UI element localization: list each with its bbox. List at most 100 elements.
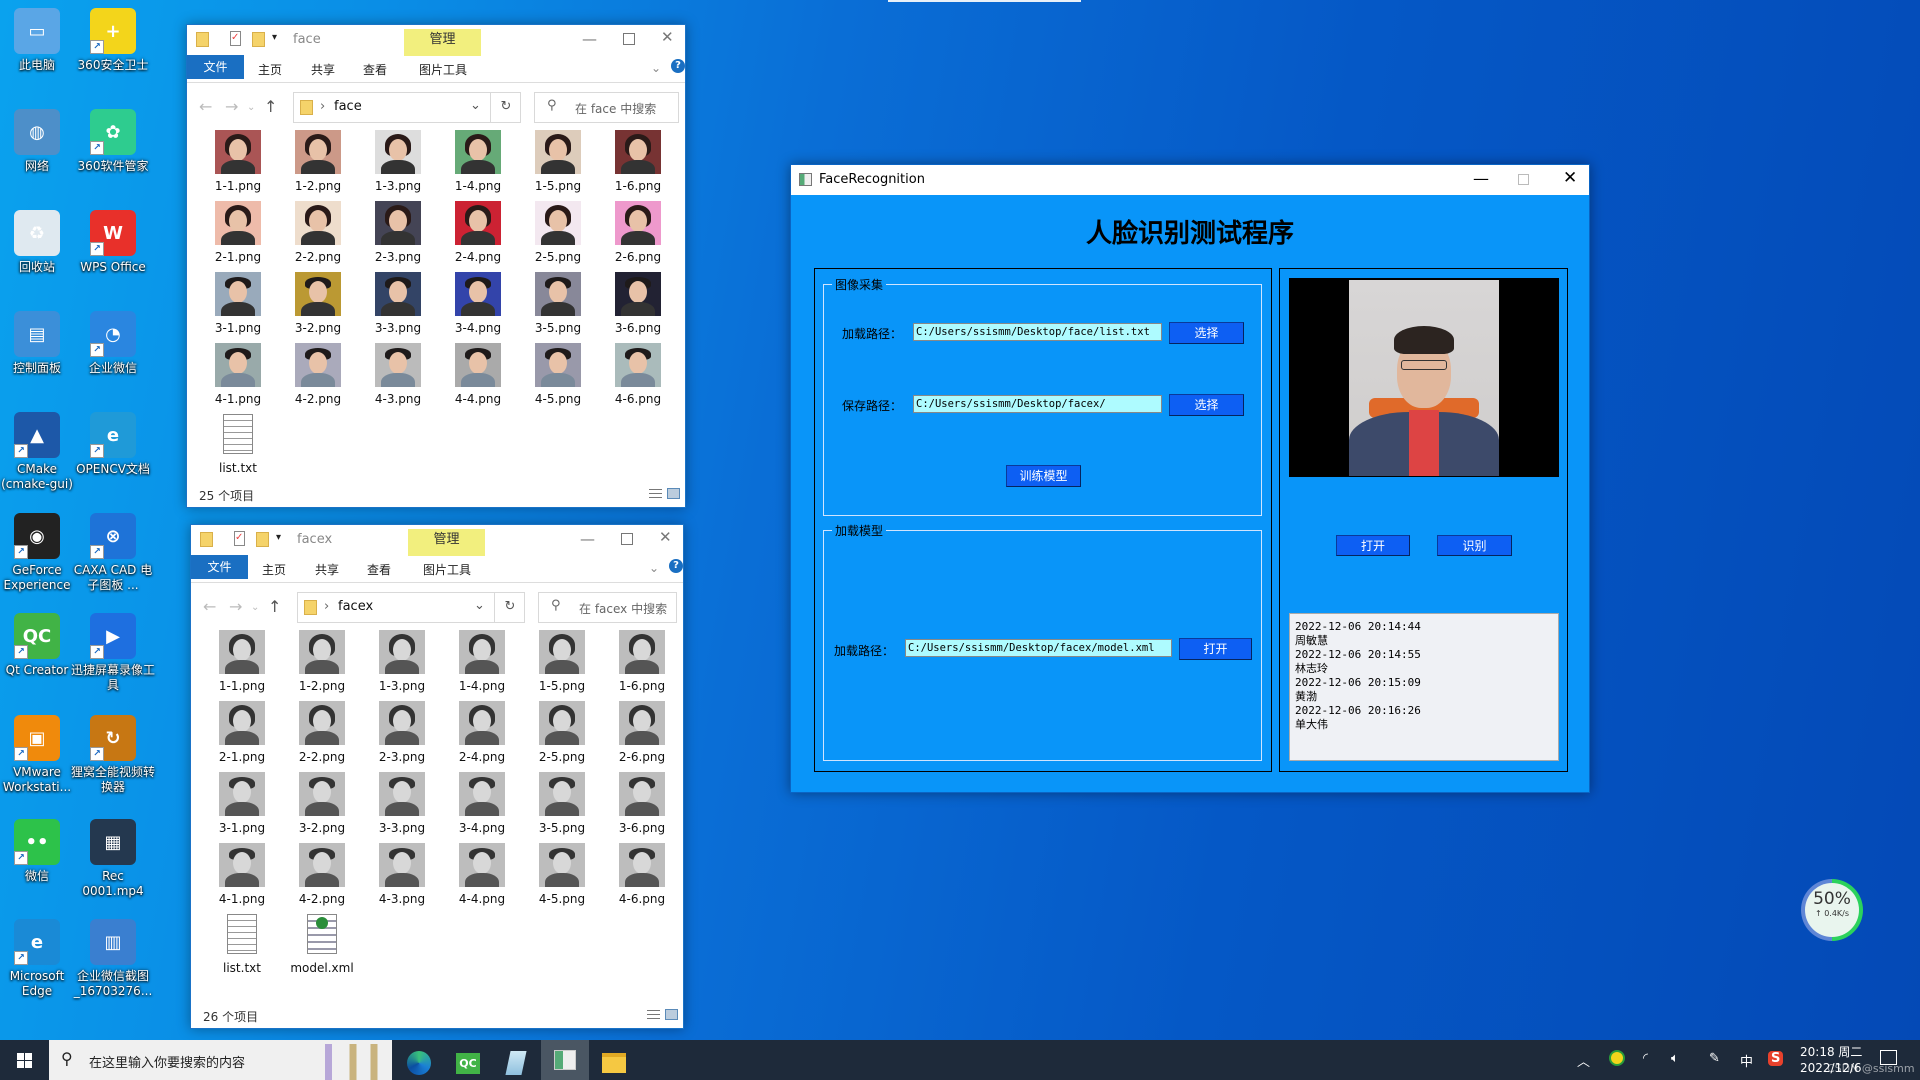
up-button[interactable]: ↑ bbox=[268, 597, 281, 616]
desktop-icon[interactable]: ▣ ↗ VMware Workstati... bbox=[0, 715, 79, 795]
file-item[interactable]: 1-6.png bbox=[604, 630, 680, 693]
tab-share[interactable]: 共享 bbox=[315, 561, 339, 578]
desktop-icon[interactable]: ◔ ↗ 企业微信 bbox=[71, 311, 155, 376]
desktop-icon[interactable]: ▤ 控制面板 bbox=[0, 311, 79, 376]
file-item[interactable]: 3-2.png bbox=[280, 272, 356, 335]
large-icons-view-button[interactable] bbox=[665, 1009, 678, 1020]
desktop-icon[interactable]: + ↗ 360安全卫士 bbox=[71, 8, 155, 73]
desktop-icon[interactable]: ⊗ ↗ CAXA CAD 电子图板 ... bbox=[71, 513, 155, 593]
back-button[interactable]: ← bbox=[199, 97, 212, 116]
start-button[interactable] bbox=[0, 1043, 48, 1077]
train-model-button[interactable]: 训练模型 bbox=[1006, 465, 1081, 487]
file-item[interactable]: 3-5.png bbox=[520, 272, 596, 335]
taskbar-notepad[interactable] bbox=[492, 1046, 540, 1080]
address-bar[interactable]: › face ⌄ ↻ bbox=[293, 92, 521, 123]
file-item[interactable]: list.txt bbox=[200, 414, 276, 475]
properties-icon[interactable]: ✓ bbox=[230, 31, 241, 46]
file-item[interactable]: 1-2.png bbox=[284, 630, 360, 693]
recent-dropdown[interactable]: ⌄ bbox=[247, 102, 255, 113]
file-item[interactable]: 2-4.png bbox=[444, 701, 520, 764]
desktop-icon[interactable]: ◉ ↗ GeForce Experience bbox=[0, 513, 79, 593]
file-item[interactable]: 4-5.png bbox=[524, 843, 600, 906]
recognize-button[interactable]: 识别 bbox=[1437, 535, 1512, 556]
file-item[interactable]: 1-1.png bbox=[204, 630, 280, 693]
tab-file[interactable]: 文件 bbox=[187, 55, 244, 79]
file-item[interactable]: 4-1.png bbox=[200, 343, 276, 406]
close-button[interactable]: ✕ bbox=[661, 28, 674, 46]
file-item[interactable]: 4-3.png bbox=[364, 843, 440, 906]
file-item[interactable]: 3-3.png bbox=[364, 772, 440, 835]
quick-access-dropdown[interactable]: ▾ bbox=[272, 32, 277, 43]
help-icon[interactable]: ? bbox=[669, 559, 683, 573]
desktop-icon[interactable]: •• ↗ 微信 bbox=[0, 819, 79, 884]
ime-indicator[interactable]: 中 bbox=[1740, 1051, 1753, 1070]
file-item[interactable]: 1-4.png bbox=[440, 130, 516, 193]
desktop-icon[interactable]: ▦ Rec 0001.mp4 bbox=[71, 819, 155, 899]
load-path-input[interactable]: C:/Users/ssismm/Desktop/face/list.txt bbox=[913, 323, 1162, 341]
address-dropdown[interactable]: ⌄ bbox=[470, 98, 481, 113]
desktop-icon[interactable]: W ↗ WPS Office bbox=[71, 210, 155, 275]
file-item[interactable]: list.txt bbox=[204, 914, 280, 975]
file-item[interactable]: 2-2.png bbox=[284, 701, 360, 764]
manage-tab[interactable]: 管理 bbox=[408, 529, 485, 556]
taskbar-face-recognition[interactable] bbox=[541, 1040, 589, 1080]
desktop-icon[interactable]: ▶ ↗ 迅捷屏幕录像工具 bbox=[71, 613, 155, 693]
file-item[interactable]: 2-5.png bbox=[524, 701, 600, 764]
file-item[interactable]: 3-4.png bbox=[440, 272, 516, 335]
desktop-icon[interactable]: ↻ ↗ 狸窝全能视频转换器 bbox=[71, 715, 155, 795]
tab-share[interactable]: 共享 bbox=[311, 61, 335, 78]
tab-view[interactable]: 查看 bbox=[363, 61, 387, 78]
file-item[interactable]: 2-1.png bbox=[200, 201, 276, 264]
desktop-icon[interactable]: ▲ ↗ CMake (cmake-gui) bbox=[0, 412, 79, 492]
recognition-log[interactable]: 2022-12-06 20:14:44 周敏慧 2022-12-06 20:14:5… bbox=[1289, 613, 1559, 761]
tab-view[interactable]: 查看 bbox=[367, 561, 391, 578]
desktop-icon[interactable]: ♻ 回收站 bbox=[0, 210, 79, 275]
network-speed-widget[interactable]: 50% ↑ 0.4K/s bbox=[1801, 879, 1863, 941]
file-item[interactable]: 4-2.png bbox=[280, 343, 356, 406]
desktop-icon[interactable]: ▥ 企业微信截图_16703276... bbox=[71, 919, 155, 999]
ribbon-expand-icon[interactable]: ⌄ bbox=[649, 561, 659, 575]
load-path-select-button[interactable]: 选择 bbox=[1169, 322, 1244, 344]
up-button[interactable]: ↑ bbox=[264, 97, 277, 116]
file-item[interactable]: 3-2.png bbox=[284, 772, 360, 835]
file-item[interactable]: 4-6.png bbox=[604, 843, 680, 906]
details-view-button[interactable] bbox=[649, 489, 662, 500]
file-item[interactable]: 3-1.png bbox=[200, 272, 276, 335]
refresh-button[interactable]: ↻ bbox=[490, 93, 521, 122]
tab-picture-tools[interactable]: 图片工具 bbox=[419, 61, 467, 78]
new-folder-icon[interactable] bbox=[256, 532, 269, 547]
desktop-icon[interactable]: QC ↗ Qt Creator bbox=[0, 613, 79, 678]
360-tray-icon[interactable] bbox=[1609, 1050, 1625, 1066]
file-item[interactable]: 2-1.png bbox=[204, 701, 280, 764]
maximize-button[interactable] bbox=[1518, 174, 1529, 185]
taskbar-search-box[interactable]: ⚲ 在这里输入你要搜索的内容 bbox=[49, 1040, 392, 1080]
search-box[interactable]: ⚲ 在 facex 中搜索 bbox=[538, 592, 677, 623]
file-item[interactable]: 3-4.png bbox=[444, 772, 520, 835]
minimize-button[interactable]: — bbox=[1473, 169, 1489, 188]
model-open-button[interactable]: 打开 bbox=[1179, 638, 1252, 660]
quick-access-dropdown[interactable]: ▾ bbox=[276, 532, 281, 543]
notification-center-button[interactable] bbox=[1880, 1050, 1897, 1065]
file-item[interactable]: 3-3.png bbox=[360, 272, 436, 335]
address-bar[interactable]: › facex ⌄ ↻ bbox=[297, 592, 525, 623]
model-path-input[interactable]: C:/Users/ssismm/Desktop/facex/model.xml bbox=[905, 639, 1172, 657]
file-item[interactable]: 2-5.png bbox=[520, 201, 596, 264]
ribbon-expand-icon[interactable]: ⌄ bbox=[651, 61, 661, 75]
file-item[interactable]: 3-1.png bbox=[204, 772, 280, 835]
file-item[interactable]: 4-2.png bbox=[284, 843, 360, 906]
file-item[interactable]: 2-2.png bbox=[280, 201, 356, 264]
tab-file[interactable]: 文件 bbox=[191, 555, 248, 579]
close-button[interactable]: ✕ bbox=[1563, 168, 1577, 188]
file-item[interactable]: 4-1.png bbox=[204, 843, 280, 906]
minimize-button[interactable]: — bbox=[582, 30, 597, 48]
search-box[interactable]: ⚲ 在 face 中搜索 bbox=[534, 92, 679, 123]
new-folder-icon[interactable] bbox=[252, 32, 265, 47]
file-item[interactable]: 2-6.png bbox=[600, 201, 676, 264]
file-item[interactable]: 2-3.png bbox=[360, 201, 436, 264]
tab-picture-tools[interactable]: 图片工具 bbox=[423, 561, 471, 578]
wifi-icon[interactable]: ◜ bbox=[1643, 1051, 1648, 1066]
refresh-button[interactable]: ↻ bbox=[494, 593, 525, 622]
file-item[interactable]: 3-5.png bbox=[524, 772, 600, 835]
file-item[interactable]: 2-3.png bbox=[364, 701, 440, 764]
maximize-button[interactable] bbox=[621, 533, 633, 545]
